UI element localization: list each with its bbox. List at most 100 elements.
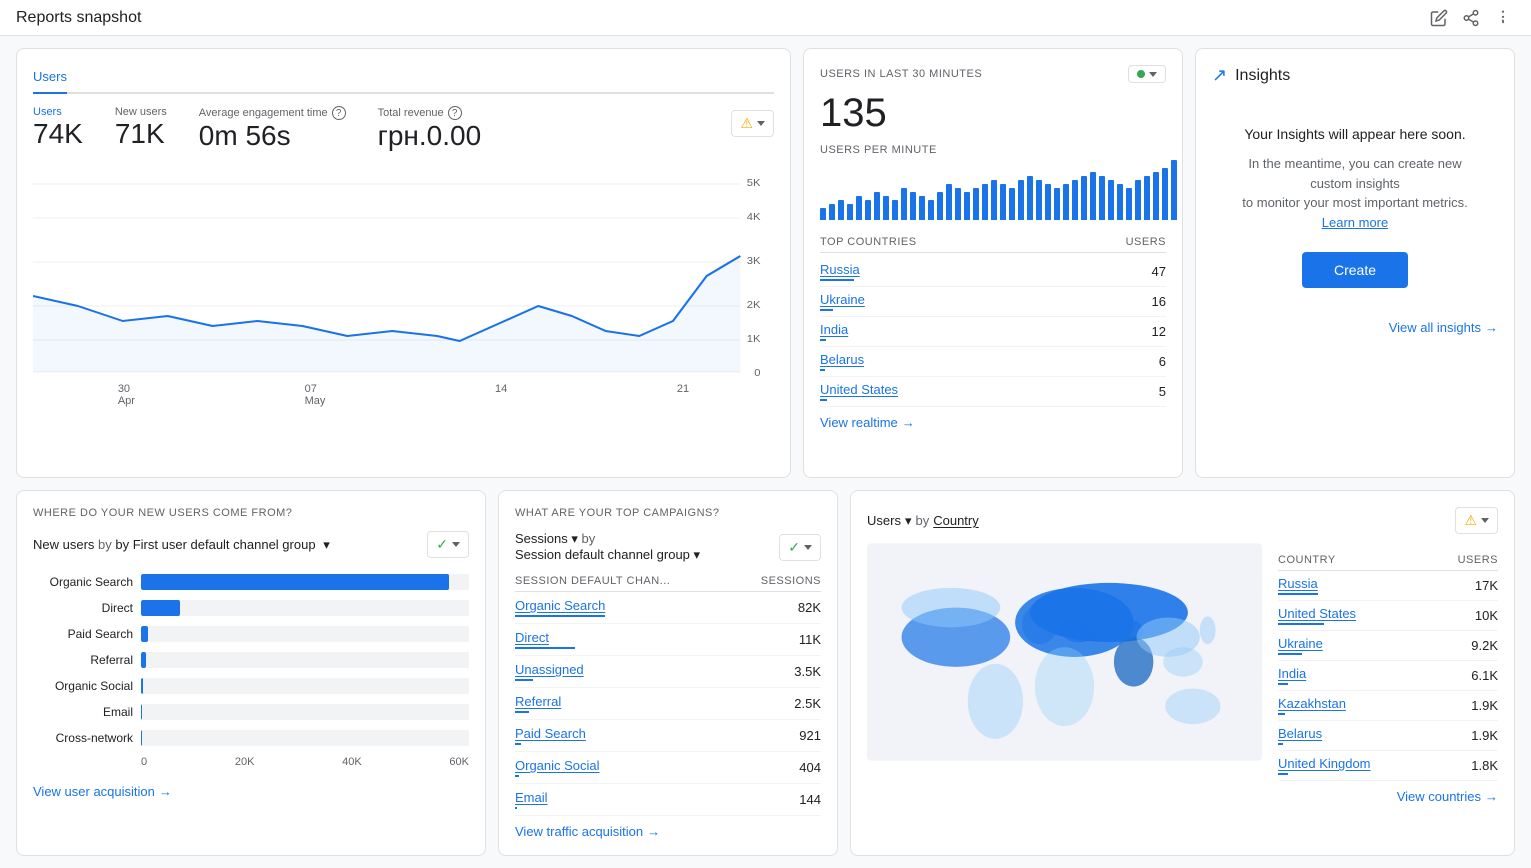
insights-trend-icon: ↗ (1212, 65, 1227, 86)
country-value: 1.9K (1471, 698, 1498, 713)
acquisition-dropdown[interactable]: ✓ (427, 531, 469, 558)
view-countries-link[interactable]: View countries → (867, 789, 1498, 804)
map-card: Users ▾ by Country ⚠ (850, 490, 1515, 856)
view-all-insights-link[interactable]: View all insights → (1212, 320, 1498, 335)
main-chart: 5K 4K 3K 2K 1K 0 (33, 176, 774, 376)
session-value: 82K (798, 600, 821, 615)
bar (856, 196, 862, 220)
country-name[interactable]: Kazakhstan (1278, 696, 1346, 711)
country-count: 12 (1152, 324, 1166, 339)
hbar-label: Organic Search (33, 575, 133, 589)
country-name[interactable]: Belarus (1278, 726, 1322, 741)
bar (928, 200, 934, 220)
hbar-label: Direct (33, 601, 133, 615)
country-name[interactable]: Russia (1278, 576, 1318, 591)
warning-icon: ⚠ (740, 115, 753, 132)
acquisition-card: WHERE DO YOUR NEW USERS COME FROM? New u… (16, 490, 486, 856)
hbar-row-organic-search: Organic Search (33, 574, 469, 590)
country-row-india: India 12 (820, 317, 1166, 347)
country-name[interactable]: Belarus (820, 352, 864, 367)
session-value: 144 (799, 792, 821, 807)
chart-x-labels: 30Apr 07May 14 21 (33, 383, 774, 407)
hbar-fill (141, 600, 180, 616)
hbar-track (141, 574, 469, 590)
metrics-row: Users 74K New users 71K Average engageme… (33, 106, 481, 152)
country-row-us: United States 5 (820, 377, 1166, 407)
bar (1027, 176, 1033, 220)
insights-card: ↗ Insights Your Insights will appear her… (1195, 48, 1515, 478)
country-name[interactable]: India (820, 322, 848, 337)
view-acquisition-link[interactable]: View user acquisition → (33, 784, 469, 799)
country-name[interactable]: Ukraine (820, 292, 865, 307)
tab-users[interactable]: Users (33, 65, 67, 94)
session-bar (515, 743, 521, 745)
dashboard: Users Users 74K New users 71K Average en… (0, 36, 1531, 868)
warning-button[interactable]: ⚠ (731, 110, 774, 137)
country-value: 9.2K (1471, 638, 1498, 653)
sessions-table-header: SESSION DEFAULT CHAN... SESSIONS (515, 571, 821, 592)
country-table-row: United Kingdom 1.8K (1278, 751, 1498, 781)
session-row: Email 144 (515, 784, 821, 816)
session-name[interactable]: Organic Social (515, 758, 600, 773)
revenue-info-icon[interactable]: ? (448, 106, 462, 120)
bar (1135, 180, 1141, 220)
chevron-down-icon[interactable]: ▾ (905, 513, 912, 529)
country-name[interactable]: United States (1278, 606, 1356, 621)
session-name[interactable]: Organic Search (515, 598, 605, 613)
hbar-track (141, 730, 469, 746)
share-icon[interactable] (1459, 6, 1483, 30)
view-traffic-link[interactable]: View traffic acquisition → (515, 824, 821, 839)
bar (1117, 184, 1123, 220)
bar (1081, 176, 1087, 220)
insights-title: Insights (1235, 67, 1290, 85)
bar (874, 192, 880, 220)
chevron-down-icon[interactable]: ▾ (694, 547, 701, 562)
hbar-track (141, 626, 469, 642)
engagement-info-icon[interactable]: ? (332, 106, 346, 120)
bar (1018, 180, 1024, 220)
hbar-row-paid-search: Paid Search (33, 626, 469, 642)
campaigns-header-row: Sessions ▾ by Session default channel gr… (515, 531, 821, 563)
users-label: USERS (1126, 236, 1166, 248)
more-icon[interactable] (1491, 6, 1515, 30)
session-name[interactable]: Paid Search (515, 726, 586, 741)
session-bar (515, 711, 529, 713)
view-realtime-link[interactable]: View realtime → (820, 415, 1166, 430)
session-name[interactable]: Unassigned (515, 662, 584, 677)
bar (982, 184, 988, 220)
session-name[interactable]: Email (515, 790, 548, 805)
campaigns-title: Sessions ▾ by (515, 531, 700, 547)
session-name[interactable]: Direct (515, 630, 575, 645)
country-name[interactable]: India (1278, 666, 1306, 681)
create-button[interactable]: Create (1302, 252, 1408, 288)
country-value: 17K (1475, 578, 1498, 593)
hbar-fill (141, 678, 143, 694)
realtime-dropdown[interactable] (1128, 65, 1166, 83)
edit-icon[interactable] (1427, 6, 1451, 30)
country-name[interactable]: Ukraine (1278, 636, 1323, 651)
session-value: 921 (799, 728, 821, 743)
per-minute-chart (820, 160, 1166, 220)
bar (1108, 180, 1114, 220)
campaigns-dropdown[interactable]: ✓ (779, 534, 821, 561)
learn-more-link[interactable]: Learn more (1322, 215, 1388, 230)
map-dropdown[interactable]: ⚠ (1455, 507, 1498, 534)
country-name[interactable]: Russia (820, 262, 860, 277)
sessions-table: SESSION DEFAULT CHAN... SESSIONS Organic… (515, 571, 821, 816)
session-row: Organic Social 404 (515, 752, 821, 784)
session-name[interactable]: Referral (515, 694, 561, 709)
hbar-label: Cross-network (33, 731, 133, 745)
svg-text:3K: 3K (747, 256, 761, 267)
session-row: Paid Search 921 (515, 720, 821, 752)
main-metrics-card: Users Users 74K New users 71K Average en… (16, 48, 791, 478)
chevron-down-icon[interactable]: ▾ (323, 537, 330, 553)
country-name[interactable]: United Kingdom (1278, 756, 1371, 771)
chevron-down-icon[interactable]: ▾ (571, 531, 578, 546)
acquisition-title: New users by by First user default chann… (33, 537, 330, 553)
new-users-value: 71K (115, 118, 167, 150)
country-name[interactable]: United States (820, 382, 898, 397)
insights-headline: Your Insights will appear here soon. (1228, 126, 1482, 142)
session-bar (515, 807, 517, 809)
hbar-row-organic-social: Organic Social (33, 678, 469, 694)
country-bar (820, 279, 854, 281)
